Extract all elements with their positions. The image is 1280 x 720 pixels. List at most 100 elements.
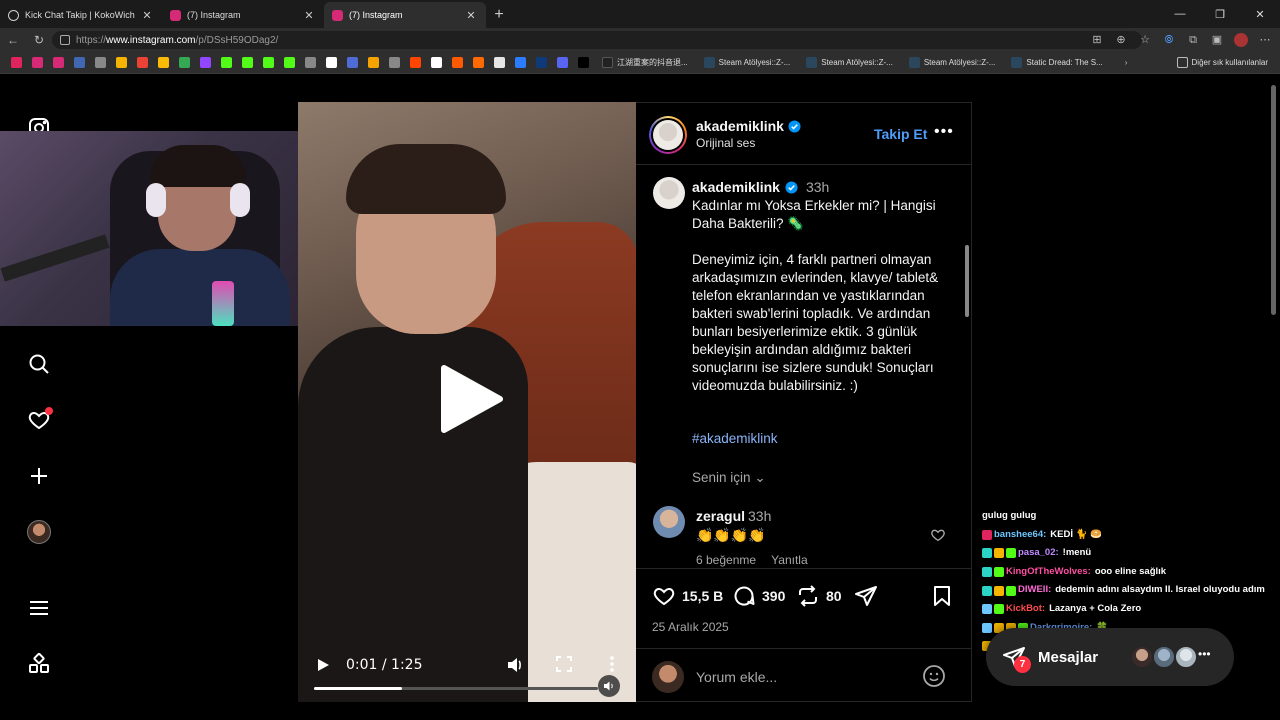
bookmark-favicon-icon[interactable] xyxy=(368,57,379,68)
comment-author[interactable]: zeragul 33h xyxy=(696,508,771,524)
chevron-right-icon[interactable]: › xyxy=(1125,58,1128,67)
avatar[interactable] xyxy=(653,177,685,209)
chat-username[interactable]: KickBot: xyxy=(1006,600,1045,619)
bookmark-favicon-icon[interactable] xyxy=(347,57,358,68)
bookmark-favicon-icon[interactable] xyxy=(473,57,484,68)
emoji-icon[interactable] xyxy=(922,664,946,688)
back-icon[interactable]: ← xyxy=(0,33,26,47)
bookmark-favicon-icon[interactable] xyxy=(95,57,106,68)
audio-label[interactable]: Orijinal ses xyxy=(696,136,755,150)
bookmark-favicon-icon[interactable] xyxy=(515,57,526,68)
profile-icon[interactable] xyxy=(1234,33,1248,47)
comment-button[interactable]: 390 xyxy=(732,584,785,608)
post-video[interactable]: 0:01 / 1:25 xyxy=(298,102,636,702)
app-available-icon[interactable]: ⊞ xyxy=(1090,33,1104,47)
page-scrollbar[interactable] xyxy=(1271,85,1276,315)
play-overlay-icon[interactable] xyxy=(436,364,506,434)
bookmark-favicon-icon[interactable] xyxy=(116,57,127,68)
chat-username[interactable]: banshee64: xyxy=(994,526,1046,545)
bookmark-item[interactable]: Static Dread: The S... xyxy=(1011,57,1103,68)
more-icon[interactable]: ••• xyxy=(1198,647,1211,661)
story-ring-avatar[interactable] xyxy=(649,116,687,154)
post-author[interactable]: akademiklink xyxy=(696,118,801,134)
favorite-star-icon[interactable]: ☆ xyxy=(1138,33,1152,47)
chat-username[interactable]: pasa_02: xyxy=(1018,544,1059,563)
bookmark-favicon-icon[interactable] xyxy=(263,57,274,68)
volume-icon[interactable] xyxy=(506,656,524,674)
save-button[interactable] xyxy=(930,584,954,608)
settings-menu-icon[interactable]: ⋯ xyxy=(1258,33,1272,47)
close-window-icon[interactable]: ✕ xyxy=(1240,0,1280,28)
avatar[interactable] xyxy=(653,506,685,538)
bookmark-item[interactable]: Steam Atölyesi::Z-... xyxy=(806,57,893,68)
caption-author[interactable]: akademiklink 33h xyxy=(692,179,829,195)
share-button[interactable] xyxy=(854,584,878,608)
site-info-icon[interactable] xyxy=(60,35,70,45)
bookmark-favicon-icon[interactable] xyxy=(410,57,421,68)
create-icon[interactable] xyxy=(26,463,52,489)
close-tab-icon[interactable]: ✕ xyxy=(464,9,478,22)
repost-button[interactable]: 80 xyxy=(796,584,842,608)
mute-toggle[interactable] xyxy=(598,675,620,697)
apps-icon[interactable] xyxy=(26,651,52,677)
browser-tab-kick[interactable]: Kick Chat Takip | KokoWich ✕ xyxy=(0,2,162,28)
menu-icon[interactable] xyxy=(26,595,52,621)
minimize-icon[interactable]: — xyxy=(1160,0,1200,28)
collections-icon[interactable]: ▣ xyxy=(1210,33,1224,47)
bookmark-favicon-icon[interactable] xyxy=(326,57,337,68)
bookmark-favicon-icon[interactable] xyxy=(200,57,211,68)
bookmark-favicon-icon[interactable] xyxy=(11,57,22,68)
bookmark-item[interactable]: Steam Atölyesi::Z-... xyxy=(908,57,995,68)
heart-icon[interactable] xyxy=(26,407,53,433)
chat-username[interactable]: DIWEII: xyxy=(1018,581,1051,600)
more-vertical-icon[interactable] xyxy=(604,655,620,673)
bookmark-favicon-icon[interactable] xyxy=(158,57,169,68)
bookmark-favicon-icon[interactable] xyxy=(242,57,253,68)
refresh-icon[interactable]: ↻ xyxy=(26,33,52,47)
bookmark-favicon-icon[interactable] xyxy=(494,57,505,68)
chat-username[interactable]: KingOfTheWolves: xyxy=(1006,563,1091,582)
bookmark-favicon-icon[interactable] xyxy=(536,57,547,68)
url-field[interactable]: https://www.instagram.com/p/DSsH59ODag2/ xyxy=(52,31,1142,49)
bookmark-favicon-icon[interactable] xyxy=(578,57,589,68)
browser-tab-instagram-active[interactable]: (7) Instagram ✕ xyxy=(324,2,486,28)
bookmark-favicon-icon[interactable] xyxy=(431,57,442,68)
other-bookmarks-folder[interactable]: Diğer sık kullanılanlar xyxy=(1172,57,1268,68)
bookmark-favicon-icon[interactable] xyxy=(284,57,295,68)
fullscreen-icon[interactable] xyxy=(556,656,572,672)
caption-scrollbar[interactable] xyxy=(964,237,970,567)
reply-button[interactable]: Yanıtla xyxy=(771,553,807,567)
bookmark-favicon-icon[interactable] xyxy=(452,57,463,68)
messages-bar[interactable]: 7 Mesajlar ••• xyxy=(986,628,1234,686)
zoom-icon[interactable]: ⊕ xyxy=(1114,33,1128,47)
close-tab-icon[interactable]: ✕ xyxy=(140,9,154,22)
comment-like-icon[interactable] xyxy=(930,527,946,543)
restore-icon[interactable]: ❐ xyxy=(1200,0,1240,28)
browser-tab-instagram-1[interactable]: (7) Instagram ✕ xyxy=(162,2,324,28)
bookmark-favicon-icon[interactable] xyxy=(74,57,85,68)
bookmark-favicon-icon[interactable] xyxy=(32,57,43,68)
bookmark-item[interactable]: Steam Atölyesi::Z-... xyxy=(703,57,790,68)
bookmark-item[interactable]: 江湖重案的抖音退... xyxy=(602,57,688,68)
video-progress-bar[interactable] xyxy=(314,687,598,690)
search-icon[interactable] xyxy=(26,351,52,377)
bookmark-favicon-icon[interactable] xyxy=(389,57,400,68)
extension-icon[interactable]: ⦾ xyxy=(1162,33,1176,47)
comment-input[interactable]: Yorum ekle... xyxy=(696,669,777,685)
profile-avatar[interactable] xyxy=(26,519,52,545)
more-options-icon[interactable]: ••• xyxy=(934,123,954,141)
close-tab-icon[interactable]: ✕ xyxy=(302,9,316,22)
bookmark-favicon-icon[interactable] xyxy=(179,57,190,68)
new-tab-button[interactable]: + xyxy=(486,2,512,28)
comment-likes[interactable]: 6 beğenme xyxy=(696,553,756,567)
bookmark-favicon-icon[interactable] xyxy=(557,57,568,68)
hashtag-link[interactable]: #akademiklink xyxy=(692,431,778,446)
play-icon[interactable] xyxy=(316,658,330,672)
like-button[interactable]: 15,5 B xyxy=(652,584,723,608)
extensions-puzzle-icon[interactable]: ⧉ xyxy=(1186,33,1200,47)
follow-button[interactable]: Takip Et xyxy=(874,126,927,142)
bookmark-favicon-icon[interactable] xyxy=(221,57,232,68)
bookmark-favicon-icon[interactable] xyxy=(305,57,316,68)
for-you-toggle[interactable]: Senin için ⌄ xyxy=(692,470,766,486)
bookmark-favicon-icon[interactable] xyxy=(137,57,148,68)
